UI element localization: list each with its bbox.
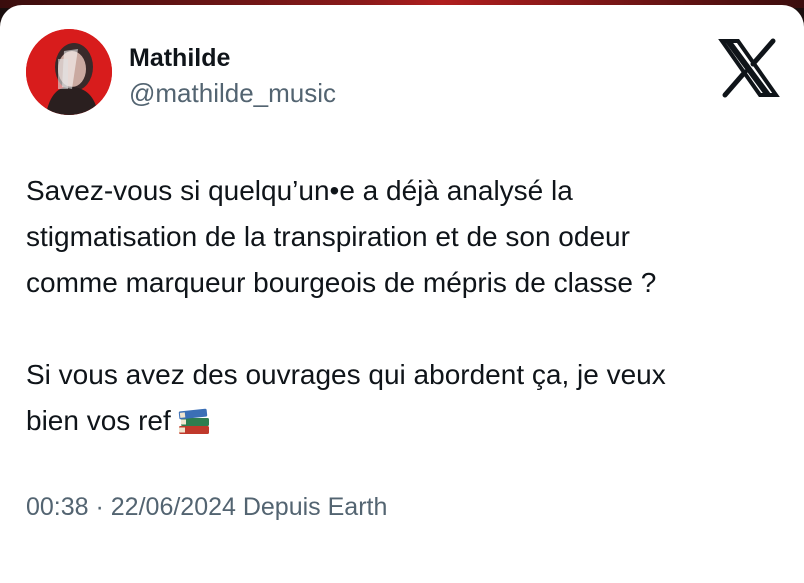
tweet-text: Savez-vous si quelqu’un•e a déjà analysé… (26, 168, 786, 444)
tweet-paragraph-2-text: Si vous avez des ouvrages qui abordent ç… (26, 359, 666, 436)
avatar-image (26, 29, 112, 115)
tweet-meta: 00:38 · 22/06/2024 Depuis Earth (26, 493, 387, 522)
avatar[interactable] (26, 29, 112, 115)
author-name[interactable]: Mathilde (129, 44, 230, 73)
tweet-date[interactable]: 22/06/2024 (111, 493, 236, 521)
tweet-time[interactable]: 00:38 (26, 493, 89, 521)
tweet-source: Depuis Earth (235, 493, 388, 521)
meta-separator: · (88, 493, 111, 521)
tweet-card: Mathilde @mathilde_music Savez-vous si q… (0, 5, 804, 583)
x-logo-icon[interactable] (718, 37, 780, 99)
books-icon (178, 408, 209, 434)
author-handle[interactable]: @mathilde_music (129, 78, 336, 109)
tweet-paragraph-2: Si vous avez des ouvrages qui abordent ç… (26, 352, 786, 444)
tweet-paragraph-1: Savez-vous si quelqu’un•e a déjà analysé… (26, 175, 657, 298)
